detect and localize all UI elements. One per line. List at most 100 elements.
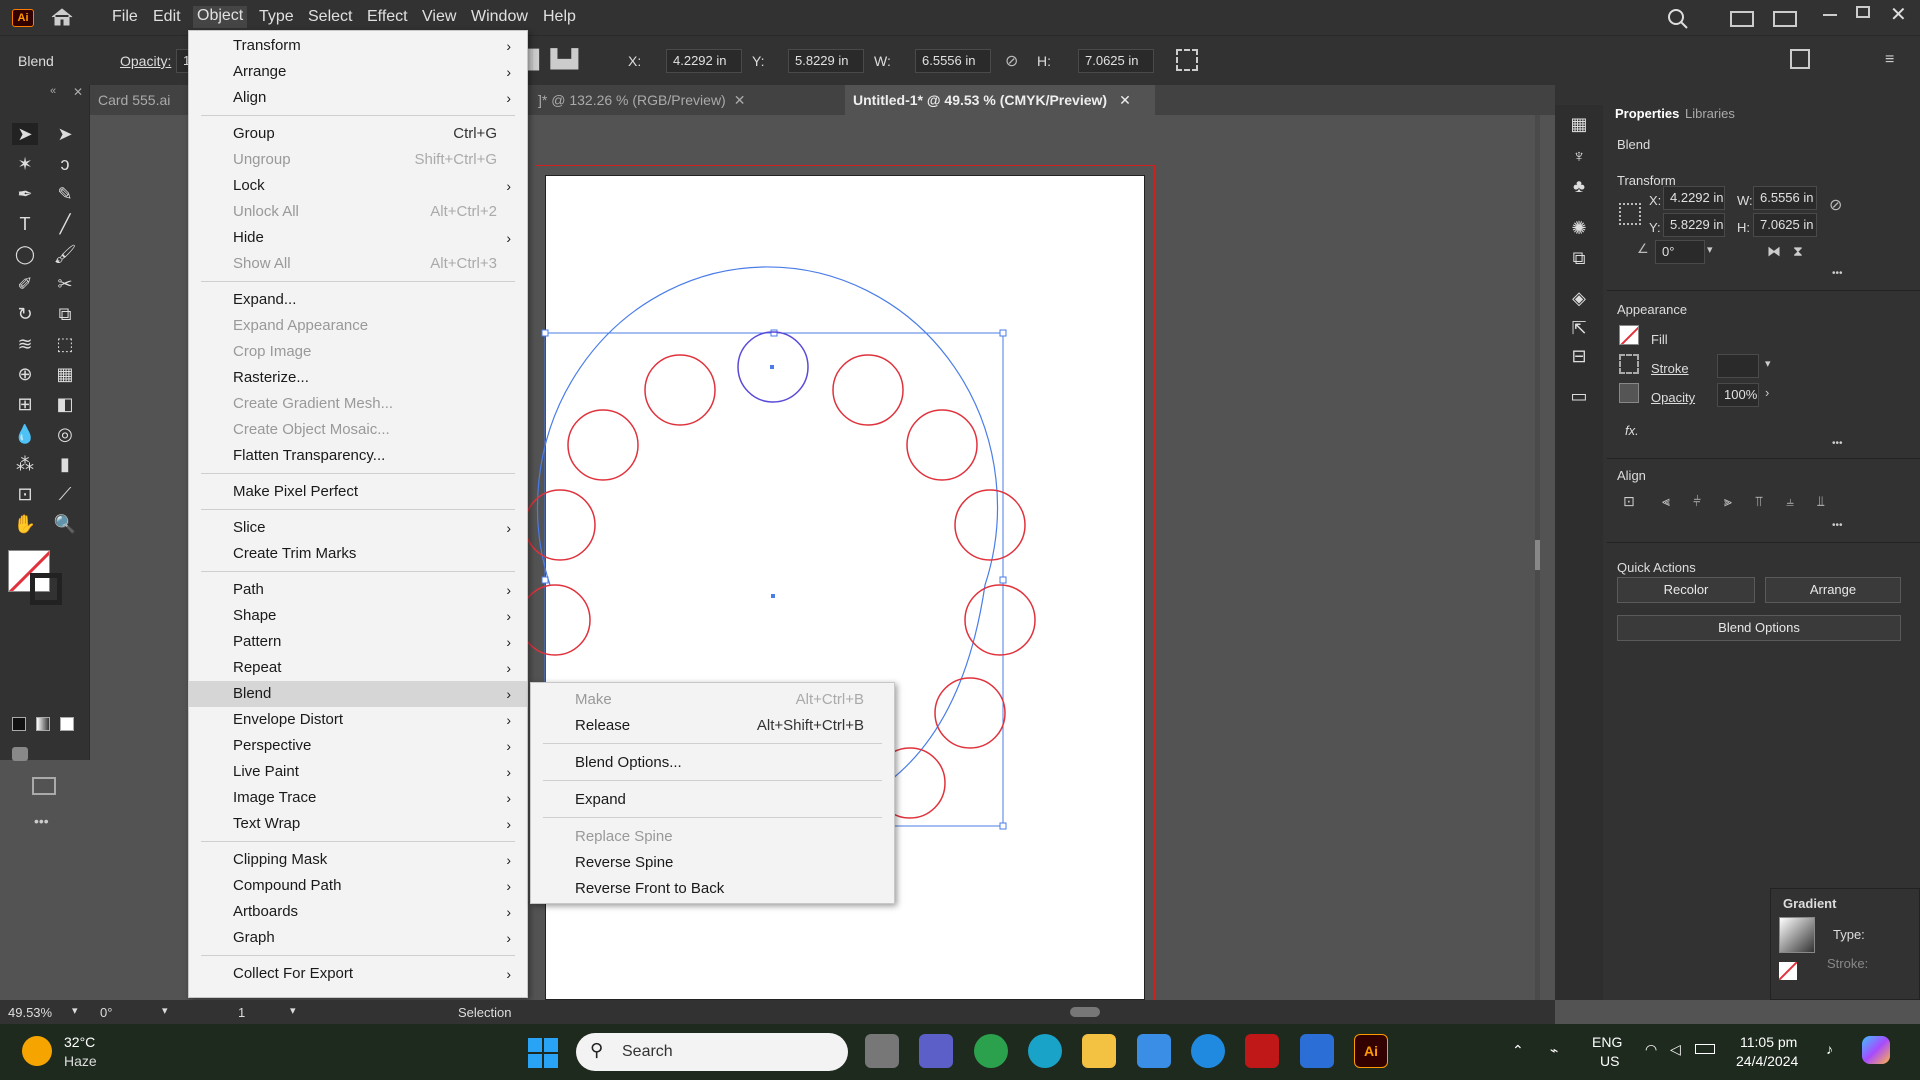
- submenu-item-reverse-front-to-back[interactable]: Reverse Front to Back: [531, 876, 894, 902]
- align-top-icon[interactable]: ⫪: [1755, 493, 1763, 510]
- menu-window[interactable]: Window: [471, 8, 528, 26]
- menu-item-transform[interactable]: Transform ›: [189, 33, 527, 59]
- menu-item-perspective[interactable]: Perspective ›: [189, 733, 527, 759]
- effects-label[interactable]: fx.: [1625, 423, 1639, 438]
- tab-card-555[interactable]: Card 555.ai @: [90, 85, 190, 138]
- menu-item-arrange[interactable]: Arrange ›: [189, 59, 527, 85]
- menu-select[interactable]: Select: [308, 8, 352, 26]
- copilot-icon[interactable]: [1862, 1036, 1890, 1064]
- brushes-icon[interactable]: ♆: [1566, 145, 1592, 167]
- submenu-item-reverse-spine[interactable]: Reverse Spine: [531, 850, 894, 876]
- menu-item-image-trace[interactable]: Image Trace ›: [189, 785, 527, 811]
- search-icon[interactable]: [1667, 8, 1689, 30]
- graphic-styles-icon[interactable]: ✺: [1566, 217, 1592, 239]
- screen-mode-icon[interactable]: [32, 777, 56, 795]
- file-explorer-icon[interactable]: [1082, 1034, 1116, 1068]
- comments-icon[interactable]: ▭: [1566, 385, 1592, 407]
- help-icon[interactable]: [1191, 1034, 1225, 1068]
- selection-tool-icon[interactable]: ➤: [12, 123, 38, 145]
- tab-properties[interactable]: Properties: [1615, 106, 1679, 121]
- zoom-level[interactable]: 49.53%: [8, 1005, 52, 1020]
- submenu-item-release[interactable]: Release Alt+Shift+Ctrl+B: [531, 713, 894, 739]
- y-field[interactable]: 5.8229 in: [1663, 213, 1725, 237]
- color-mode-icon[interactable]: [12, 717, 26, 731]
- menu-file[interactable]: File: [112, 8, 138, 26]
- zoom-tool-icon[interactable]: 🔍: [52, 513, 78, 535]
- gradient-swatch[interactable]: [1779, 917, 1815, 953]
- menu-item-group[interactable]: Group Ctrl+G: [189, 121, 527, 147]
- scissors-tool-icon[interactable]: ✂: [52, 273, 78, 295]
- menu-item-slice[interactable]: Slice ›: [189, 515, 527, 541]
- menu-item-hide[interactable]: Hide ›: [189, 225, 527, 251]
- menu-edit[interactable]: Edit: [153, 8, 181, 26]
- menu-item-expand[interactable]: Expand...: [189, 287, 527, 313]
- align-middle-icon[interactable]: ⫨: [1786, 493, 1794, 510]
- menu-item-align[interactable]: Align ›: [189, 85, 527, 111]
- menu-item-collect-for-export[interactable]: Collect For Export ›: [189, 961, 527, 987]
- more-options-icon[interactable]: •••: [1832, 520, 1843, 531]
- menu-view[interactable]: View: [422, 8, 456, 26]
- recolor-button[interactable]: Recolor: [1617, 577, 1755, 603]
- align-center-icon[interactable]: ⫩: [1693, 493, 1701, 510]
- gradient-tool-icon[interactable]: ◧: [52, 393, 78, 415]
- teams-icon[interactable]: [919, 1034, 953, 1068]
- stroke-swatch[interactable]: [1619, 354, 1639, 374]
- gradient-fill-none-icon[interactable]: [1779, 962, 1797, 980]
- restore-icon[interactable]: [1856, 6, 1870, 18]
- symbols-icon[interactable]: ♣: [1566, 175, 1592, 197]
- menu-item-lock[interactable]: Lock ›: [189, 173, 527, 199]
- x-field[interactable]: 4.2292 in: [1663, 186, 1725, 210]
- weather-temp[interactable]: 32°C: [64, 1034, 95, 1050]
- x-field[interactable]: 4.2292 in: [666, 49, 742, 73]
- rotate-field[interactable]: 0°: [1655, 240, 1705, 264]
- h-field[interactable]: 7.0625 in: [1753, 213, 1817, 237]
- chevron-down-icon[interactable]: ▾: [1707, 243, 1713, 256]
- paintbrush-tool-icon[interactable]: 🖌: [52, 243, 78, 265]
- menu-item-rasterize[interactable]: Rasterize...: [189, 365, 527, 391]
- wifi-icon[interactable]: ◠: [1645, 1041, 1657, 1058]
- symbol-sprayer-tool-icon[interactable]: ⁂: [12, 453, 38, 475]
- menu-item-blend[interactable]: Blend ›: [189, 681, 527, 707]
- menu-effect[interactable]: Effect: [367, 8, 408, 26]
- home-icon[interactable]: [50, 7, 74, 27]
- opacity-label[interactable]: Opacity: [1651, 390, 1695, 405]
- curvature-tool-icon[interactable]: ✎: [52, 183, 78, 205]
- eyedropper-tool-icon[interactable]: 💧: [12, 423, 38, 445]
- chevron-right-icon[interactable]: ›: [1765, 385, 1769, 400]
- menu-item-graph[interactable]: Graph ›: [189, 925, 527, 951]
- ellipse-tool-icon[interactable]: ◯: [12, 243, 38, 265]
- free-transform-tool-icon[interactable]: ⬚: [52, 333, 78, 355]
- submenu-item-blend-options[interactable]: Blend Options...: [531, 750, 894, 776]
- panel-close-icon[interactable]: ✕: [73, 85, 83, 99]
- notification-bell-icon[interactable]: ♪: [1826, 1041, 1833, 1057]
- clock-time[interactable]: 11:05 pm: [1740, 1034, 1797, 1050]
- panel-collapse-icon[interactable]: «: [50, 85, 56, 97]
- w-field[interactable]: 6.5556 in: [915, 49, 991, 73]
- pen-tool-icon[interactable]: ✒: [12, 183, 38, 205]
- lasso-tool-icon[interactable]: ↄ: [52, 153, 78, 175]
- artboard-tool-icon[interactable]: ⊡: [12, 483, 38, 505]
- menu-item-clipping-mask[interactable]: Clipping Mask ›: [189, 847, 527, 873]
- export-icon[interactable]: ⇱: [1566, 317, 1592, 339]
- perspective-grid-tool-icon[interactable]: ▦: [52, 363, 78, 385]
- tab-close-icon[interactable]: ✕: [1119, 92, 1131, 108]
- scale-tool-icon[interactable]: ⧉: [52, 303, 78, 325]
- windows-start-icon[interactable]: [528, 1038, 558, 1068]
- type-tool-icon[interactable]: T: [12, 213, 38, 235]
- y-field[interactable]: 5.8229 in: [788, 49, 864, 73]
- stroke-swatch[interactable]: [30, 573, 62, 605]
- opacity-field[interactable]: 100%: [1717, 383, 1759, 407]
- app-icon[interactable]: [1300, 1034, 1334, 1068]
- flip-vertical-icon[interactable]: ⧗: [1793, 243, 1803, 260]
- hand-tool-icon[interactable]: ✋: [12, 513, 38, 535]
- mesh-tool-icon[interactable]: ⊞: [12, 393, 38, 415]
- menu-item-make-pixel-perfect[interactable]: Make Pixel Perfect: [189, 479, 527, 505]
- h-field[interactable]: 7.0625 in: [1078, 49, 1154, 73]
- tab-libraries[interactable]: Libraries: [1685, 106, 1735, 121]
- more-options-icon[interactable]: •••: [1832, 268, 1843, 279]
- artboards-icon[interactable]: ⧉: [1566, 247, 1592, 269]
- menu-help[interactable]: Help: [543, 8, 576, 26]
- more-tools-icon[interactable]: •••: [34, 813, 49, 829]
- column-graph-tool-icon[interactable]: ▮: [52, 453, 78, 475]
- tab-rgb-document[interactable]: ]* @ 132.26 % (RGB/Preview) ✕: [530, 85, 845, 115]
